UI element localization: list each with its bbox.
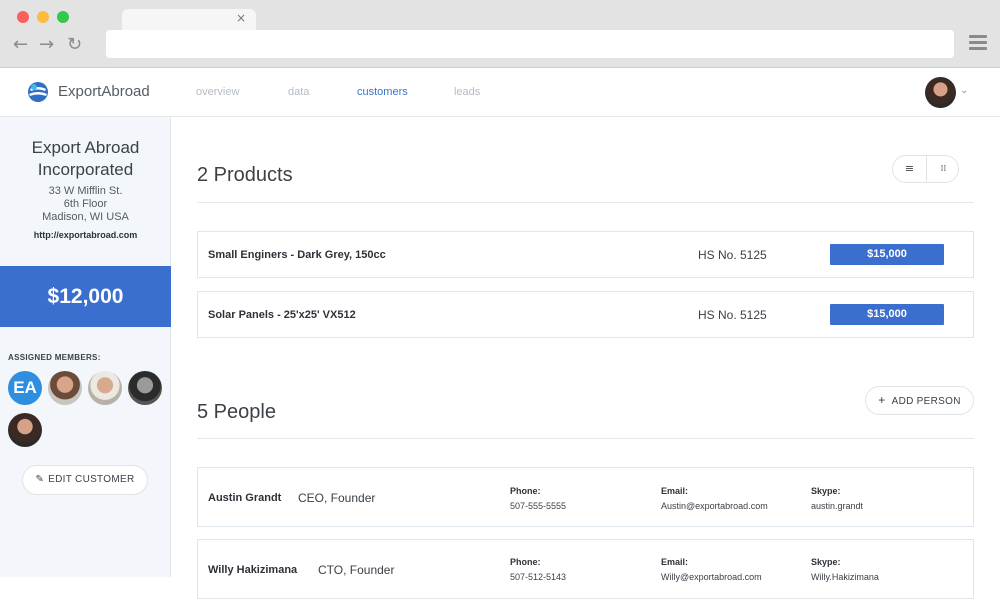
back-arrow-icon[interactable]: ←: [13, 34, 28, 55]
user-avatar[interactable]: [925, 77, 956, 108]
globe-logo-icon[interactable]: [26, 80, 50, 104]
product-row[interactable]: Solar Panels - 25'x25' VX512 HS No. 5125…: [197, 291, 974, 338]
people-title: 5 People: [197, 401, 276, 423]
nav-data[interactable]: data: [288, 86, 309, 98]
product-name: Small Enginers - Dark Grey, 150cc: [208, 249, 386, 261]
product-name: Solar Panels - 25'x25' VX512: [208, 309, 356, 321]
reload-icon[interactable]: ↻: [67, 34, 82, 55]
products-title: 2 Products: [197, 164, 293, 186]
app-header: ExportAbroad overview data customers lea…: [0, 68, 1000, 117]
address-bar[interactable]: [106, 30, 954, 58]
nav-customers[interactable]: customers: [357, 86, 408, 98]
address-line3: Madison, WI USA: [42, 211, 129, 223]
person-name: Austin Grandt: [208, 492, 282, 504]
chevron-down-icon[interactable]: ⌄: [960, 85, 968, 96]
company-website-link[interactable]: http://exportabroad.com: [0, 230, 171, 240]
member-avatar-ea[interactable]: EA: [8, 371, 42, 405]
person-role: CEO, Founder: [298, 491, 376, 505]
email-value[interactable]: Austin@exportabroad.com: [661, 501, 768, 511]
address-line2: 6th Floor: [63, 198, 108, 210]
email-label: Email:: [661, 557, 689, 567]
company-name: Export Abroad Incorporated: [0, 137, 171, 181]
skype-label: Skype:: [811, 557, 841, 567]
list-view-icon[interactable]: ≡: [893, 156, 926, 182]
grid-view-icon[interactable]: ⁞⁞: [927, 156, 960, 182]
customer-sidebar: Export Abroad Incorporated 33 W Mifflin …: [0, 117, 171, 577]
email-value[interactable]: Willy@exportabroad.com: [661, 572, 762, 582]
pencil-icon: ✎: [35, 474, 45, 485]
phone-label: Phone:: [510, 557, 541, 567]
phone-value: 507-512-5143: [510, 572, 567, 582]
close-window-button[interactable]: [17, 11, 29, 23]
person-row[interactable]: Austin Grandt CEO, Founder Phone: 507-55…: [197, 467, 974, 527]
nav-overview[interactable]: overview: [196, 86, 239, 98]
skype-value: Willy.Hakizimana: [811, 572, 879, 582]
product-hs-number: HS No. 5125: [698, 248, 767, 262]
add-person-label: ADD PERSON: [891, 396, 961, 407]
browser-tab[interactable]: ×: [122, 9, 256, 31]
member-avatar[interactable]: [48, 371, 82, 405]
skype-label: Skype:: [811, 486, 841, 496]
product-row[interactable]: Small Enginers - Dark Grey, 150cc HS No.…: [197, 231, 974, 278]
edit-customer-label: EDIT CUSTOMER: [48, 474, 135, 485]
customer-value: $12,000: [0, 266, 171, 327]
member-avatar[interactable]: [88, 371, 122, 405]
product-price-button[interactable]: $15,000: [830, 244, 944, 265]
member-avatar[interactable]: [128, 371, 162, 405]
person-name: Willy Hakizimana: [208, 564, 298, 576]
section-divider: [197, 202, 974, 203]
skype-value: austin.grandt: [811, 501, 864, 511]
email-label: Email:: [661, 486, 689, 496]
product-hs-number: HS No. 5125: [698, 308, 767, 322]
view-toggle: ≡ ⁞⁞: [892, 155, 959, 183]
hamburger-menu-icon[interactable]: [969, 35, 987, 51]
phone-label: Phone:: [510, 486, 541, 496]
company-name-line1: Export Abroad: [31, 138, 140, 157]
company-name-line2: Incorporated: [37, 160, 134, 179]
nav-leads[interactable]: leads: [454, 86, 480, 98]
forward-arrow-icon[interactable]: →: [39, 34, 54, 55]
plus-icon: +: [878, 393, 886, 407]
section-divider: [197, 438, 974, 439]
minimize-window-button[interactable]: [37, 11, 49, 23]
address-line1: 33 W Mifflin St.: [48, 185, 123, 197]
member-avatar[interactable]: [8, 413, 42, 447]
phone-value: 507-555-5555: [510, 501, 567, 511]
brand-name[interactable]: ExportAbroad: [58, 83, 150, 100]
tab-close-icon[interactable]: ×: [236, 11, 246, 25]
maximize-window-button[interactable]: [57, 11, 69, 23]
browser-chrome: × ← → ↻: [0, 0, 1000, 68]
edit-customer-button[interactable]: ✎ EDIT CUSTOMER: [22, 465, 148, 495]
assigned-members-label: ASSIGNED MEMBERS:: [8, 353, 101, 362]
product-price-button[interactable]: $15,000: [830, 304, 944, 325]
add-person-button[interactable]: + ADD PERSON: [865, 386, 974, 415]
person-row[interactable]: Willy Hakizimana CTO, Founder Phone: 507…: [197, 539, 974, 599]
person-role: CTO, Founder: [318, 563, 395, 577]
